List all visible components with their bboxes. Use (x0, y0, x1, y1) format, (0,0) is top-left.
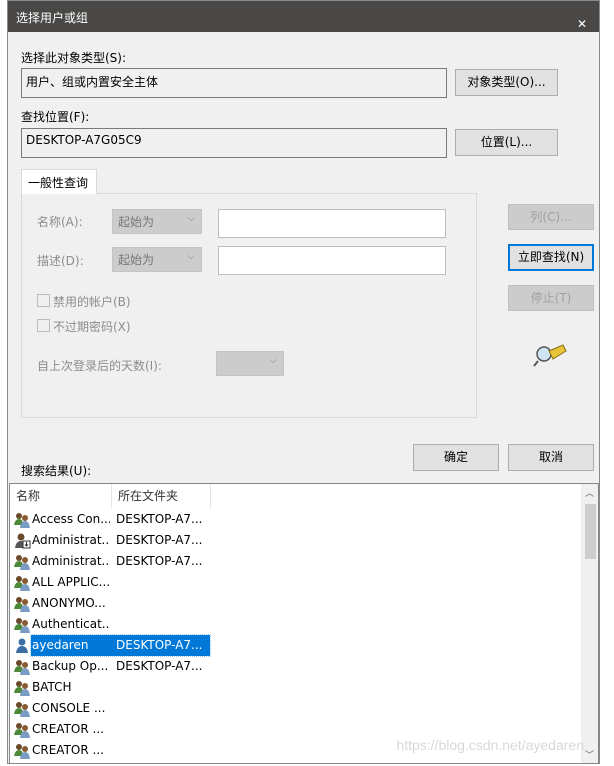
item-name: CREATOR ... (32, 743, 104, 757)
location-field: DESKTOP-A7G05C9 (21, 128, 447, 158)
object-types-button[interactable]: 对象类型(O)... (455, 69, 558, 96)
chevron-down-icon: ⌵ (187, 213, 195, 224)
item-folder: DESKTOP-A7... (116, 659, 203, 673)
scroll-up-icon[interactable]: ︿ (585, 486, 594, 499)
close-icon: ✕ (577, 17, 588, 31)
tab-common-queries[interactable]: 一般性查询 (21, 169, 97, 194)
group-icon (14, 513, 30, 528)
locations-button[interactable]: 位置(L)... (455, 129, 558, 156)
search-results-list[interactable]: 名称 所在文件夹 Access Con... DESKTOP-A7... Admin… (9, 483, 599, 764)
list-item[interactable]: Access Con... DESKTOP-A7... (10, 509, 590, 530)
title-bar: 选择用户或组 ✕ (8, 1, 599, 32)
location-label: 查找位置(F): (21, 110, 90, 124)
list-item[interactable]: ANONYMO... (10, 593, 590, 614)
scroll-down-icon[interactable]: ﹀ (585, 748, 594, 761)
close-button[interactable]: ✕ (569, 1, 599, 32)
name-label: 名称(A): (37, 215, 83, 229)
chevron-down-icon: ⌵ (269, 355, 277, 366)
list-item[interactable]: Administrat... DESKTOP-A7... (10, 530, 590, 551)
window-title: 选择用户或组 (16, 11, 89, 25)
vertical-scrollbar[interactable]: ︿ ﹀ (581, 484, 598, 763)
group-icon (14, 576, 30, 591)
days-since-logon-label: 自上次登录后的天数(I): (37, 359, 162, 373)
item-name: ALL APPLIC... (32, 575, 110, 589)
user-icon (16, 638, 28, 653)
list-item[interactable]: BATCH (10, 677, 590, 698)
group-icon (14, 702, 30, 717)
description-input[interactable] (218, 246, 446, 275)
item-folder: DESKTOP-A7... (116, 554, 203, 568)
description-mode-dropdown[interactable]: 起始为 ⌵ (112, 247, 202, 272)
group-icon (14, 597, 30, 612)
item-folder: DESKTOP-A7... (116, 638, 203, 652)
item-name: BATCH (32, 680, 72, 694)
list-item[interactable]: ayedaren DESKTOP-A7... (10, 634, 590, 657)
chevron-down-icon: ⌵ (187, 251, 195, 262)
search-results-label: 搜索结果(U): (21, 464, 92, 478)
list-item[interactable]: Administrat... DESKTOP-A7... (10, 551, 590, 572)
admin-user-icon (15, 533, 31, 549)
search-flashlight-icon (533, 344, 567, 367)
item-name: CREATOR ... (32, 722, 104, 736)
item-name: Administrat... (32, 533, 110, 547)
description-label: 描述(D): (37, 254, 84, 268)
group-icon (14, 744, 30, 759)
description-mode-value: 起始为 (118, 253, 155, 267)
stop-button[interactable]: 停止(T) (508, 285, 594, 311)
group-icon (14, 681, 30, 696)
days-since-logon-dropdown[interactable]: ⌵ (216, 351, 284, 376)
group-icon (14, 618, 30, 633)
column-header-name[interactable]: 名称 (10, 484, 112, 509)
select-users-dialog: 选择用户或组 ✕ 选择此对象类型(S): 用户、组或内置安全主体 对象类型(O)… (7, 0, 600, 764)
non-expiring-password-checkbox[interactable] (37, 319, 50, 332)
item-name: Access Con... (32, 512, 110, 526)
name-mode-value: 起始为 (118, 215, 155, 229)
scrollbar-thumb[interactable] (585, 504, 596, 559)
cancel-button[interactable]: 取消 (508, 444, 594, 471)
column-header-folder[interactable]: 所在文件夹 (112, 484, 211, 509)
object-type-label: 选择此对象类型(S): (21, 51, 127, 65)
watermark: https://blog.csdn.net/ayedaren (396, 737, 584, 753)
item-name: Authenticat... (32, 617, 110, 631)
columns-button[interactable]: 列(C)... (508, 204, 594, 230)
group-icon (14, 555, 30, 570)
list-item[interactable]: ALL APPLIC... (10, 572, 590, 593)
name-mode-dropdown[interactable]: 起始为 ⌵ (112, 209, 202, 234)
group-icon (14, 723, 30, 738)
item-name: Administrat... (32, 554, 110, 568)
list-item[interactable]: CONSOLE ... (10, 698, 590, 719)
item-name: ayedaren (32, 638, 89, 652)
group-icon (14, 660, 30, 675)
item-name: ANONYMO... (32, 596, 106, 610)
object-type-field: 用户、组或内置安全主体 (21, 68, 447, 98)
non-expiring-password-label: 不过期密码(X) (53, 320, 131, 334)
disabled-accounts-label: 禁用的帐户(B) (53, 295, 131, 309)
ok-button[interactable]: 确定 (413, 444, 499, 471)
list-item[interactable]: Backup Op... DESKTOP-A7... (10, 656, 590, 677)
item-name: CONSOLE ... (32, 701, 106, 715)
disabled-accounts-checkbox[interactable] (37, 294, 50, 307)
find-now-button[interactable]: 立即查找(N) (508, 244, 594, 271)
name-input[interactable] (218, 209, 446, 238)
item-folder: DESKTOP-A7... (116, 512, 203, 526)
item-folder: DESKTOP-A7... (116, 533, 203, 547)
list-item[interactable]: Authenticat... (10, 614, 590, 635)
item-name: Backup Op... (32, 659, 109, 673)
